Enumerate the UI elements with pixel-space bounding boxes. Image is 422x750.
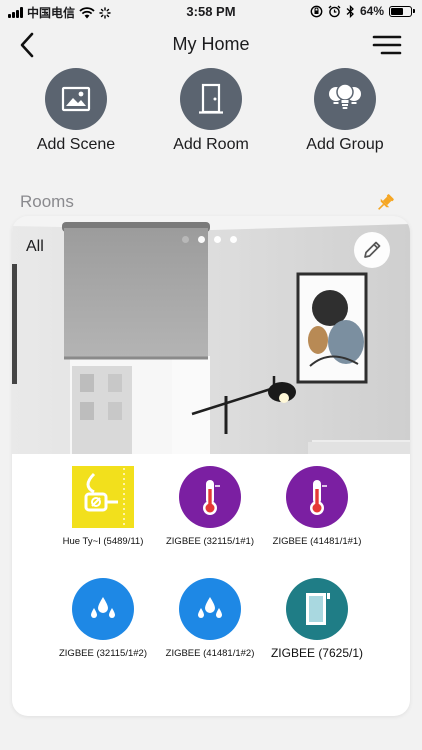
device-label: ZIGBEE (41481/1#1) [272,536,362,547]
room-card[interactable]: All Hue Ty~I (5489/11) ZIGBEE (32115/1#1… [12,216,410,716]
nav-header: My Home [0,28,422,62]
device-zigbee-humidity-1[interactable]: ZIGBEE (32115/1#2) [48,578,158,659]
picture-icon [45,68,107,130]
alarm-icon [328,5,341,17]
bulbs-icon [314,68,376,130]
plug-icon [72,466,134,528]
add-group-button[interactable]: Add Group [285,68,405,154]
room-photo [12,216,410,454]
device-label: Hue Ty~I (5489/11) [62,536,144,547]
quick-actions: Add Scene Add Room Add Group [0,68,422,158]
room-name: All [26,238,44,255]
page-dot[interactable] [198,236,205,243]
add-group-label: Add Group [306,136,384,153]
status-bar: 中国电信 3:58 PM 64% [0,0,422,24]
page-dot[interactable] [214,236,221,243]
device-zigbee-humidity-2[interactable]: ZIGBEE (41481/1#2) [155,578,265,659]
add-scene-button[interactable]: Add Scene [16,68,136,154]
page-title: My Home [172,34,250,54]
orientation-lock-icon [310,5,323,17]
add-room-button[interactable]: Add Room [151,68,271,154]
pencil-icon [364,241,381,258]
door-icon [180,68,242,130]
menu-icon[interactable] [372,32,402,58]
device-zigbee-window[interactable]: ZIGBEE (7625/1) [262,578,372,660]
pin-icon[interactable] [374,192,396,214]
device-zigbee-temp-1[interactable]: ZIGBEE (32115/1#1) [155,466,265,547]
page-dot[interactable] [230,236,237,243]
battery-icon [389,5,415,17]
device-label: ZIGBEE (32115/1#1) [165,536,254,547]
battery-percent: 64% [359,4,384,18]
device-label: ZIGBEE (7625/1) [270,646,364,660]
rooms-heading: Rooms [20,192,74,211]
device-label: ZIGBEE (41481/1#2) [165,648,255,659]
device-zigbee-temp-2[interactable]: ZIGBEE (41481/1#1) [262,466,372,547]
edit-room-button[interactable] [354,232,390,268]
page-dot[interactable] [182,236,189,243]
thermometer-icon [286,466,348,528]
page-indicator [182,236,237,243]
bluetooth-icon [346,4,354,18]
window-sensor-icon [286,578,348,640]
device-label: ZIGBEE (32115/1#2) [58,648,147,659]
device-hue-plug[interactable]: Hue Ty~I (5489/11) [48,466,158,547]
thermometer-icon [179,466,241,528]
add-scene-label: Add Scene [36,136,116,153]
humidity-icon [179,578,241,640]
add-room-label: Add Room [173,136,249,153]
humidity-icon [72,578,134,640]
